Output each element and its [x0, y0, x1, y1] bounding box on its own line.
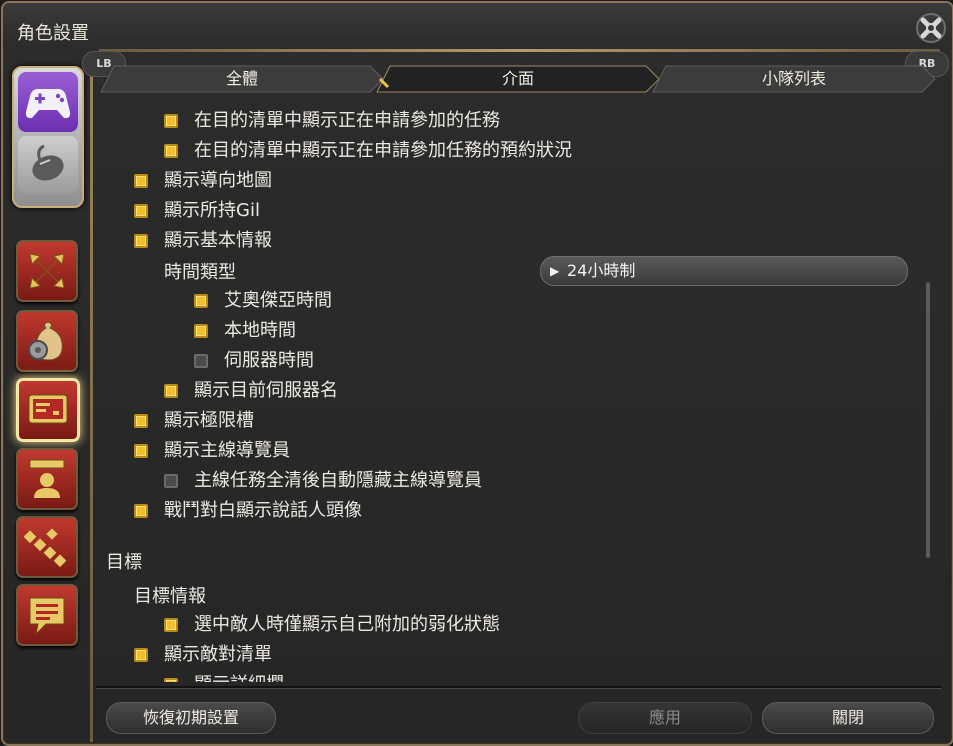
close-icon[interactable] [914, 11, 948, 45]
footer-divider [96, 686, 941, 689]
sidebar [8, 60, 88, 740]
reset-defaults-button[interactable]: 恢復初期設置 [106, 702, 276, 734]
tab-party-list[interactable]: 小隊列表 [652, 65, 936, 93]
time-format-dropdown[interactable]: ▶ 24小時制 [540, 256, 908, 286]
checkbox[interactable] [194, 354, 208, 368]
tab-general[interactable]: 全體 [100, 65, 384, 93]
setting-label: 主線任務全清後自動隱藏主線導覽員 [194, 470, 482, 491]
mouse-mode-button[interactable] [18, 136, 78, 194]
bag-gear-icon [28, 321, 63, 361]
dropdown-arrow-icon: ▶ [550, 264, 560, 278]
checkbox[interactable] [164, 678, 178, 682]
setting-label: 顯示敵對清單 [164, 644, 272, 665]
crossed-arrows-icon [29, 253, 65, 289]
setting-label: 戰鬥對白顯示說話人頭像 [164, 500, 362, 521]
apply-button[interactable]: 應用 [578, 702, 752, 734]
setting-label: 顯示目前伺服器名 [194, 380, 338, 401]
category-party[interactable] [16, 516, 78, 578]
gamepad-icon [25, 88, 71, 119]
sidebar-divider [90, 60, 93, 742]
checkbox[interactable] [164, 384, 178, 398]
category-combat[interactable] [16, 240, 78, 302]
setting-label: 顯示所持Gil [164, 200, 260, 221]
chain-icon [24, 528, 67, 568]
checkbox[interactable] [164, 618, 178, 632]
chat-bubble-icon [29, 597, 65, 636]
setting-label: 顯示基本情報 [164, 230, 272, 251]
setting-label: 在目的清單中顯示正在申請參加的任務 [194, 110, 500, 131]
checkbox[interactable] [194, 324, 208, 338]
setting-label: 顯示主線導覽員 [164, 440, 290, 461]
scrollbar[interactable] [926, 282, 930, 558]
setting-label: 在目的清單中顯示正在申請參加任務的預約狀況 [194, 140, 572, 161]
mouse-icon [32, 144, 64, 181]
setting-label: 選中敵人時僅顯示自己附加的弱化狀態 [194, 614, 500, 635]
category-interface[interactable] [16, 378, 80, 442]
checkbox[interactable] [134, 204, 148, 218]
setting-label: 伺服器時間 [224, 350, 314, 371]
checkbox[interactable] [164, 474, 178, 488]
setting-label: 顯示導向地圖 [164, 170, 272, 191]
portrait-icon [29, 459, 65, 498]
dropdown-value: 24小時制 [567, 261, 636, 280]
tab-general-label: 全體 [225, 69, 258, 88]
checkbox[interactable] [134, 234, 148, 248]
tab-interface-label: 介面 [501, 69, 534, 88]
title-bar: 角色設置 [3, 3, 952, 49]
category-character[interactable] [16, 448, 78, 510]
window-title: 角色設置 [17, 23, 89, 44]
hud-card-icon [28, 394, 68, 424]
checkbox[interactable] [134, 648, 148, 662]
checkbox[interactable] [164, 114, 178, 128]
time-type-label: 時間類型 [164, 262, 236, 283]
input-device-toggle[interactable] [12, 66, 84, 208]
gamepad-mode-button[interactable] [18, 72, 78, 132]
checkbox[interactable] [134, 414, 148, 428]
tab-interface[interactable]: 介面 [376, 65, 660, 93]
checkbox[interactable] [194, 294, 208, 308]
section-heading-target: 目標 [106, 552, 142, 573]
subheading-target-info: 目標情報 [134, 586, 206, 607]
checkbox[interactable] [134, 174, 148, 188]
tab-party-list-label: 小隊列表 [761, 69, 826, 88]
close-button[interactable]: 關閉 [762, 702, 934, 734]
category-items[interactable] [16, 310, 78, 372]
setting-label: 顯示極限槽 [164, 410, 254, 431]
category-chat[interactable] [16, 584, 78, 646]
setting-label: 艾奧傑亞時間 [224, 290, 332, 311]
setting-label: 顯示詳細欄 [194, 672, 284, 682]
settings-list: 在目的清單中顯示正在申請參加的任務 在目的清單中顯示正在申請參加任務的預約狀況 … [100, 100, 922, 682]
checkbox[interactable] [164, 144, 178, 158]
checkbox[interactable] [134, 444, 148, 458]
title-divider [99, 49, 940, 52]
checkbox[interactable] [134, 504, 148, 518]
setting-label: 本地時間 [224, 320, 296, 341]
